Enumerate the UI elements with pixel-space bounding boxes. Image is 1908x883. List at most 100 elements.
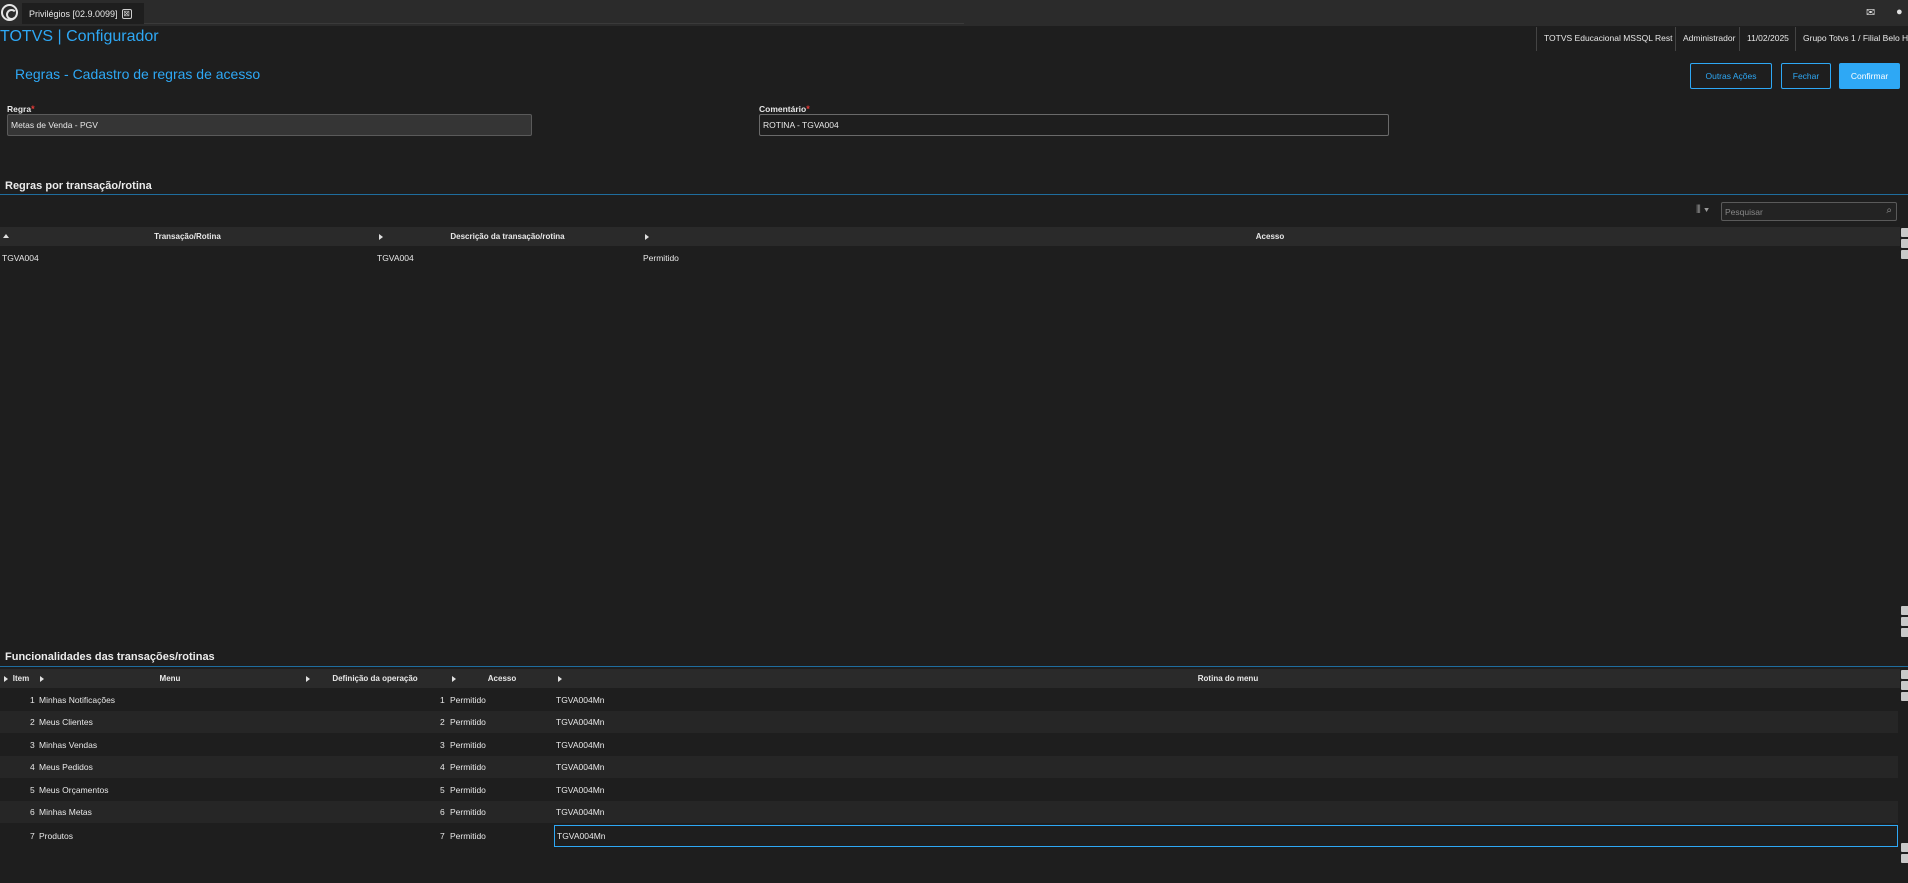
branch-info[interactable]: Grupo Totvs 1 / Filial Belo Ho <box>1795 27 1908 51</box>
confirm-button[interactable]: Confirmar <box>1839 63 1900 89</box>
required-mark: * <box>806 104 810 114</box>
cell-routine: TGVA004Mn <box>556 762 605 772</box>
edge-handle[interactable] <box>1901 692 1908 701</box>
table-row[interactable]: 2 Meus Clientes 2 Permitido TGVA004Mn <box>0 711 1898 733</box>
cell-access: Permitido <box>450 807 486 817</box>
cell-operation: 2 <box>440 717 445 727</box>
cell-menu: Meus Pedidos <box>39 762 93 772</box>
rule-field[interactable]: Metas de Venda - PGV <box>7 114 532 136</box>
table-row[interactable]: 1 Minhas Notificações 1 Permitido TGVA00… <box>0 689 1898 711</box>
cell-item: 6 <box>30 807 35 817</box>
column-access[interactable]: Acesso <box>452 669 552 688</box>
comment-label-text: Comentário <box>759 104 807 114</box>
tab-divider <box>144 23 964 24</box>
edge-handle[interactable] <box>1901 239 1908 248</box>
help-icon[interactable]: ● <box>1896 6 1903 18</box>
selected-cell[interactable] <box>554 825 1898 847</box>
app-brand: TOTVS | Configurador <box>0 28 159 45</box>
cell-transaction: TGVA004 <box>2 253 39 263</box>
cell-menu: Meus Clientes <box>39 717 93 727</box>
comment-field[interactable]: ROTINA - TGVA004 <box>759 114 1389 136</box>
cell-description: TGVA004 <box>377 253 414 263</box>
grid1-edge-handles[interactable] <box>1901 228 1908 261</box>
cell-routine: TGVA004Mn <box>556 740 605 750</box>
rule-label-text: Regra <box>7 104 32 114</box>
edge-handle[interactable] <box>1901 606 1908 615</box>
edge-handle[interactable] <box>1901 617 1908 626</box>
cell-access: Permitido <box>450 717 486 727</box>
edge-handle[interactable] <box>1901 843 1908 852</box>
cell-operation: 5 <box>440 785 445 795</box>
database-info[interactable]: TOTVS Educacional MSSQL Rest <box>1536 27 1678 51</box>
column-description[interactable]: Descrição da transação/rotina <box>380 227 635 246</box>
edge-handle[interactable] <box>1901 228 1908 237</box>
search-icon[interactable]: ⌕ <box>1886 205 1892 216</box>
cell-item: 2 <box>30 717 35 727</box>
cell-operation: 3 <box>440 740 445 750</box>
table-row[interactable]: 3 Minhas Vendas 3 Permitido TGVA004Mn <box>0 734 1898 756</box>
cell-access: Permitido <box>450 785 486 795</box>
edge-handle[interactable] <box>1901 854 1908 863</box>
cell-access: Permitido <box>450 762 486 772</box>
section-title-features: Funcionalidades das transações/rotinas <box>5 651 215 663</box>
required-mark: * <box>31 104 35 114</box>
grid2-edge-handles[interactable] <box>1901 670 1908 703</box>
column-menu[interactable]: Menu <box>40 669 300 688</box>
edge-handle[interactable] <box>1901 670 1908 679</box>
cell-operation: 6 <box>440 807 445 817</box>
tab-privilegios[interactable]: Privilégios [02.9.0099] ⊠ <box>22 3 144 24</box>
app-header: TOTVS | Configurador TOTVS Educacional M… <box>0 26 1908 51</box>
column-access[interactable]: Acesso <box>645 227 1895 246</box>
tab-bar: Privilégios [02.9.0099] ⊠ ✉ ● <box>0 0 1908 26</box>
column-item[interactable]: Item <box>6 669 36 688</box>
cell-item: 4 <box>30 762 35 772</box>
section-title-rules: Regras por transação/rotina <box>5 180 152 192</box>
cell-access: Permitido <box>450 695 486 705</box>
grid2-header: Item Menu Definição da operação Acesso R… <box>0 669 1900 688</box>
section-divider <box>0 194 1908 195</box>
close-button[interactable]: Fechar <box>1781 63 1831 89</box>
cell-routine: TGVA004Mn <box>556 785 605 795</box>
cell-menu: Minhas Vendas <box>39 740 98 750</box>
close-icon[interactable]: ⊠ <box>121 8 132 19</box>
grid2-scroll-handles[interactable] <box>1901 843 1908 865</box>
cell-menu: Produtos <box>39 831 74 841</box>
comment-label: Comentário* <box>759 104 810 114</box>
cell-operation: 7 <box>440 831 445 841</box>
column-operation[interactable]: Definição da operação <box>310 669 440 688</box>
section-divider <box>0 666 1908 667</box>
cell-operation: 1 <box>440 695 445 705</box>
cell-access: Permitido <box>450 740 486 750</box>
cell-item: 5 <box>30 785 35 795</box>
totvs-logo-icon[interactable] <box>1 4 18 21</box>
cell-operation: 4 <box>440 762 445 772</box>
edge-handle[interactable] <box>1901 628 1908 637</box>
grid1-header: Transação/Rotina Descrição da transação/… <box>0 227 1900 246</box>
column-transaction[interactable]: Transação/Rotina <box>0 227 375 246</box>
page-title: Regras - Cadastro de regras de acesso <box>15 66 261 82</box>
table-row[interactable]: 4 Meus Pedidos 4 Permitido TGVA004Mn <box>0 756 1898 778</box>
tab-label: Privilégios [02.9.0099] <box>29 8 118 19</box>
search-box: ⌕ <box>1721 202 1897 221</box>
cell-routine: TGVA004Mn <box>556 717 605 727</box>
more-actions-button[interactable]: Outras Ações <box>1690 63 1772 89</box>
user-info[interactable]: Administrador <box>1675 27 1737 51</box>
cell-menu: Meus Orçamentos <box>39 785 109 795</box>
search-input[interactable] <box>1722 203 1872 220</box>
cell-access: Permitido <box>450 831 486 841</box>
table-row[interactable]: 5 Meus Orçamentos 5 Permitido TGVA004Mn <box>0 779 1898 801</box>
cell-routine: TGVA004Mn <box>556 807 605 817</box>
cell-item: 1 <box>30 695 35 705</box>
table-row[interactable]: TGVA004 TGVA004 Permitido <box>0 247 1898 269</box>
cell-menu: Minhas Notificações <box>39 695 116 705</box>
edge-handle[interactable] <box>1901 681 1908 690</box>
rule-label: Regra* <box>7 104 35 114</box>
column-routine[interactable]: Rotina do menu <box>558 669 1898 688</box>
mail-icon[interactable]: ✉ <box>1866 6 1875 19</box>
date-info[interactable]: 11/02/2025 <box>1739 27 1794 51</box>
cell-item: 3 <box>30 740 35 750</box>
columns-icon[interactable]: ⦀ ▾ <box>1696 204 1722 218</box>
table-row[interactable]: 6 Minhas Metas 6 Permitido TGVA004Mn <box>0 801 1898 823</box>
grid1-scroll-handles[interactable] <box>1901 606 1908 639</box>
edge-handle[interactable] <box>1901 250 1908 259</box>
